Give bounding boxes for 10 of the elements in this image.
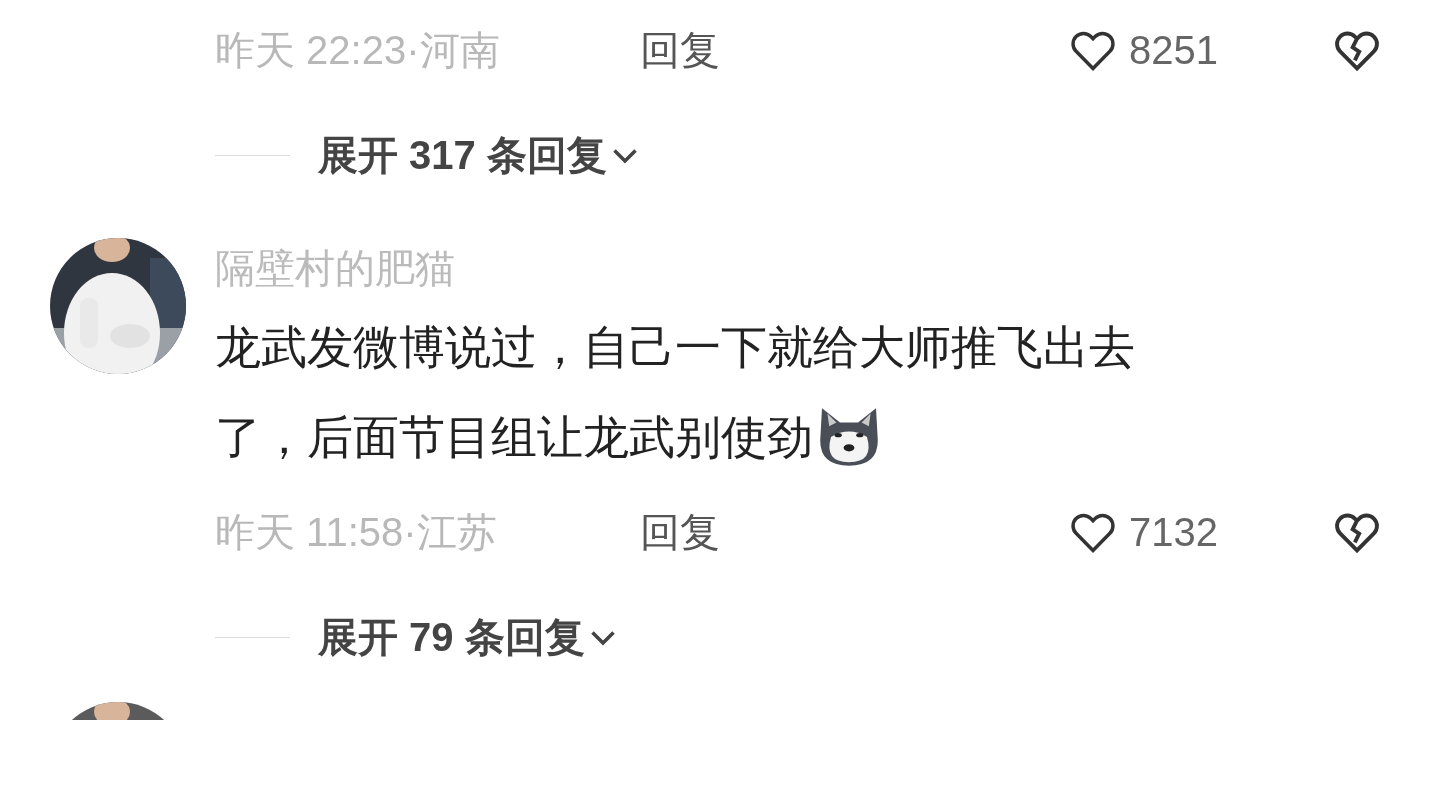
comment-time: 昨天 11:58·江苏 — [215, 509, 498, 556]
like-count: 8251 — [1129, 27, 1219, 74]
comment-text: 了，后面节目组让龙武别使劲 — [215, 409, 813, 465]
comment-time: 昨天 22:23·河南 — [215, 27, 501, 74]
reply-link[interactable]: 回复 — [640, 502, 720, 562]
expand-replies-button[interactable]: 展开 79 条回复 — [318, 607, 621, 667]
comment-text: 龙武发微博说过，自己一下就给大师推飞出去 — [215, 319, 1135, 375]
like-count: 7132 — [1129, 509, 1219, 556]
expand-replies-button[interactable]: 展开 317 条回复 — [318, 125, 643, 185]
reply-link[interactable]: 回复 — [640, 20, 720, 80]
